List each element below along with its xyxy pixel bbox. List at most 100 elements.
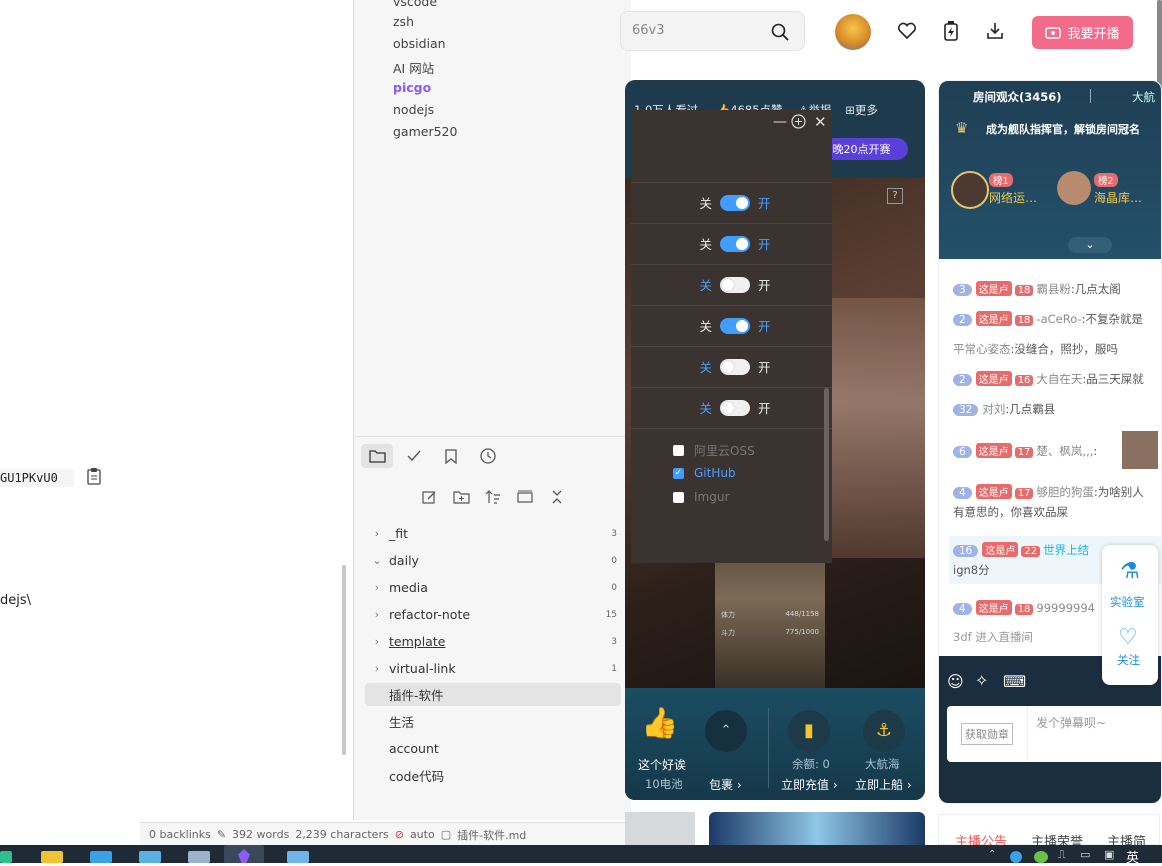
tag-item[interactable]: vscode <box>393 0 437 9</box>
chat-input[interactable]: 发个弹幕呗~ <box>1036 714 1106 731</box>
tab-intro[interactable]: 主播简 <box>1107 831 1146 850</box>
checkbox-checked[interactable]: ✓ <box>673 467 684 479</box>
avatar[interactable] <box>951 171 989 209</box>
toggle-switch[interactable] <box>720 235 750 252</box>
start-live-button[interactable]: 我要开播 <box>1032 16 1133 49</box>
folder-row[interactable]: › virtual-link 1 <box>365 657 621 680</box>
tray-icon[interactable] <box>1010 851 1022 863</box>
tasks-tab[interactable] <box>398 444 430 468</box>
uploader-option[interactable]: ✓ GitHub <box>673 466 736 480</box>
sync-off-icon[interactable]: ⊘ <box>395 828 404 841</box>
file-explorer-icon[interactable] <box>41 851 63 863</box>
search-input[interactable]: 66v3 <box>620 11 805 51</box>
folder-row[interactable]: › media 0 <box>365 576 621 599</box>
auto-mode[interactable]: auto <box>410 828 435 841</box>
file-row[interactable]: account <box>365 737 621 760</box>
files-tab[interactable] <box>361 444 393 468</box>
folder-row[interactable]: › refactor-note 15 <box>365 603 621 626</box>
tab-captain[interactable]: 大航 <box>1132 89 1155 105</box>
more-button[interactable]: 更多 <box>855 103 878 117</box>
battery-icon[interactable] <box>943 21 959 45</box>
store-icon[interactable] <box>90 851 112 863</box>
folder-row[interactable]: ⌄ daily 0 <box>365 549 621 572</box>
chat-message[interactable]: 4 这是卢 18 99999994 <box>953 600 1095 615</box>
grid-icon[interactable]: ⊞ <box>845 103 855 117</box>
chat-message[interactable]: 2 这是卢 16 大自在天:品三天屎就 <box>953 371 1144 387</box>
new-folder-icon[interactable] <box>450 486 472 508</box>
heart-follow-icon[interactable]: ♡ <box>1118 625 1138 650</box>
display-icon[interactable]: ▭ <box>1080 848 1090 861</box>
toggle-switch[interactable] <box>720 358 750 375</box>
avatar[interactable] <box>1057 171 1091 205</box>
bookmarks-tab[interactable] <box>435 444 467 468</box>
tab-notice[interactable]: 主播公告 <box>955 831 1007 850</box>
avatar[interactable] <box>835 14 871 50</box>
new-note-icon[interactable] <box>418 486 440 508</box>
chat-message[interactable]: 6 这是卢 17 楚、枫岚,,,: <box>953 443 1097 459</box>
tag-item-active[interactable]: picgo <box>393 80 431 95</box>
board-button[interactable]: 立即上船 › <box>855 776 912 793</box>
toggle-switch[interactable] <box>720 317 750 334</box>
folder-row[interactable]: › template 3 <box>365 630 621 653</box>
tab-audience[interactable]: 房间观众(3456) <box>973 89 1062 105</box>
pencil-icon[interactable]: ✎ <box>217 828 226 841</box>
tag-item[interactable]: gamer520 <box>393 124 457 139</box>
chat-message[interactable]: 4 这是卢 17 够胆的狗蛋:为啥别人 <box>953 484 1144 500</box>
app-icon[interactable] <box>139 851 161 863</box>
pin-icon[interactable] <box>791 114 806 133</box>
file-row[interactable]: code代码 <box>365 764 621 787</box>
clipboard-icon[interactable] <box>86 467 102 489</box>
wechat-icon[interactable] <box>1034 851 1048 863</box>
recent-tab[interactable] <box>472 444 504 468</box>
search-icon[interactable] <box>771 23 789 45</box>
toggle-switch[interactable] <box>720 399 750 416</box>
folder-row[interactable]: › _fit 3 <box>365 522 621 545</box>
tag-item[interactable]: nodejs <box>393 102 434 117</box>
collapse-view-icon[interactable] <box>514 486 536 508</box>
thumbnail[interactable] <box>625 812 695 845</box>
emoji-icon[interactable]: ☺ <box>947 672 964 691</box>
ime-indicator[interactable]: 英 <box>1126 847 1139 866</box>
lab-button[interactable]: 实验室 <box>1110 594 1145 610</box>
rank-name[interactable]: 海晶库… <box>1094 189 1142 206</box>
checkbox[interactable] <box>673 445 684 456</box>
heart-icon[interactable] <box>897 22 917 44</box>
sort-icon[interactable] <box>482 486 504 508</box>
close-icon[interactable]: ✕ <box>814 113 827 131</box>
chevron-up-icon[interactable]: ⌃ <box>988 849 996 860</box>
settings-chat-icon[interactable]: ⌨ <box>1003 672 1026 691</box>
file-row[interactable]: 生活 <box>365 710 621 733</box>
editor-pane[interactable]: GU1PKvU0 dejs\ <box>0 0 353 863</box>
follow-button[interactable]: 关注 <box>1117 652 1140 668</box>
badge-icon[interactable]: ✧ <box>975 671 988 690</box>
battery-charge-icon[interactable]: ▮ <box>788 710 830 752</box>
dialog-scrollbar[interactable] <box>824 388 829 541</box>
tag-item[interactable]: zsh <box>393 14 414 29</box>
collapse-all-icon[interactable] <box>546 486 568 508</box>
captain-promo[interactable]: 成为舰队指挥官，解锁房间冠名 <box>986 121 1140 137</box>
backlinks-count[interactable]: 0 backlinks <box>149 828 211 841</box>
checkbox[interactable] <box>673 491 684 503</box>
tray-icon[interactable]: ▣ <box>1104 848 1114 861</box>
app-icon[interactable] <box>287 851 309 863</box>
chat-message[interactable]: 2 这是卢 18 -aCeRo-:不复杂就是 <box>953 311 1143 327</box>
help-icon[interactable]: ? <box>887 188 903 204</box>
obsidian-icon[interactable] <box>224 845 264 863</box>
tab-honor[interactable]: 主播荣誉 <box>1031 831 1083 850</box>
chat-message[interactable]: 3 这是卢 18 霸县粉:几点太阁 <box>953 281 1121 297</box>
package-button[interactable]: 包裹 › <box>709 776 742 793</box>
app-icon[interactable] <box>0 851 12 863</box>
tag-item[interactable]: AI 网站 <box>393 58 434 77</box>
chat-message[interactable]: 32 对刘:几点霸县 <box>953 401 1055 417</box>
app-icon[interactable] <box>188 851 210 863</box>
tray-icon[interactable]: ⎍ <box>1058 848 1066 862</box>
file-row-active[interactable]: 插件-软件 <box>365 683 621 706</box>
expand-chevron-icon[interactable]: ⌄ <box>1068 237 1112 253</box>
uploader-option[interactable]: Imgur <box>673 490 729 504</box>
medal-button[interactable]: 获取勋章 <box>947 706 1028 762</box>
toggle-switch[interactable] <box>720 194 750 211</box>
chat-message[interactable]: 平常心姿态:没缝合，照抄，服吗 <box>953 341 1118 357</box>
flask-icon[interactable]: ⚗ <box>1120 559 1140 584</box>
rank-name[interactable]: 网络运… <box>989 189 1037 206</box>
chevron-up-icon[interactable]: ⌃ <box>705 710 747 752</box>
